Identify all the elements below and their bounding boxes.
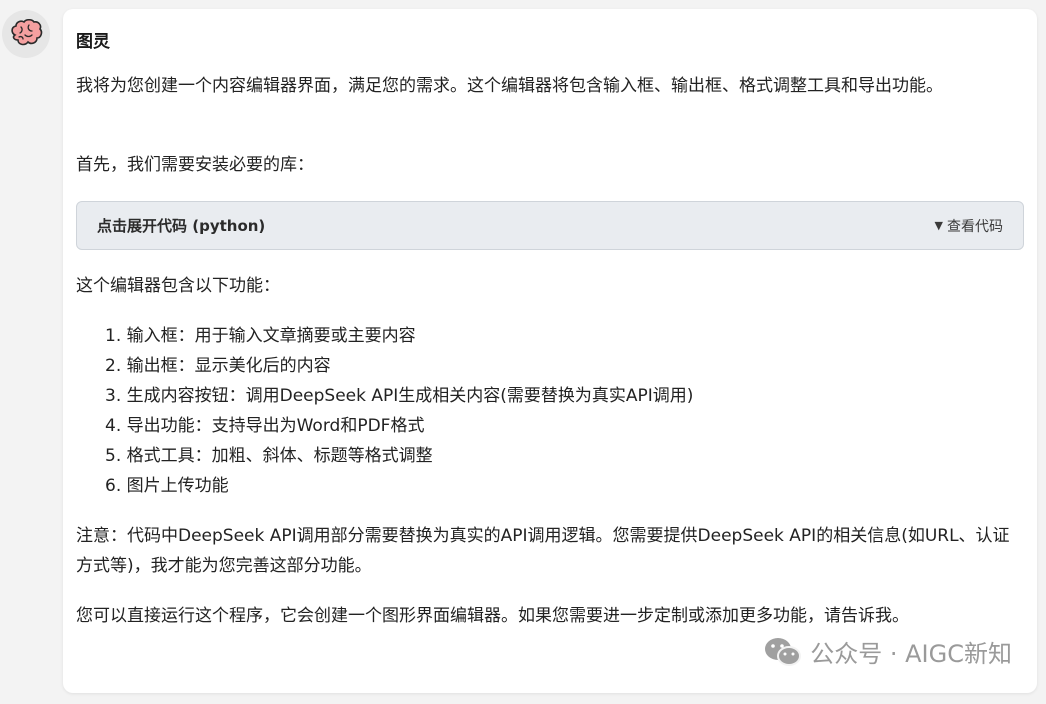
collapsed-code-block[interactable]: 点击展开代码 (python) ▼ 查看代码 bbox=[76, 201, 1024, 250]
watermark: 公众号 · AIGC新知 bbox=[764, 634, 1012, 669]
sender-name: 图灵 bbox=[76, 32, 110, 52]
closing-paragraph: 您可以直接运行这个程序，它会创建一个图形界面编辑器。如果您需要进一步定制或添加更… bbox=[76, 606, 909, 626]
triangle-down-icon: ▼ bbox=[934, 219, 943, 232]
install-paragraph: 首先，我们需要安装必要的库： bbox=[76, 155, 314, 175]
wechat-icon bbox=[765, 637, 802, 666]
brain-icon bbox=[11, 19, 43, 46]
list-item: 1. 输入框：用于输入文章摘要或主要内容 bbox=[105, 326, 416, 346]
watermark-text: 公众号 · AIGC新知 bbox=[810, 640, 1012, 668]
features-intro: 这个编辑器包含以下功能： bbox=[76, 276, 280, 296]
list-item: 4. 导出功能：支持导出为Word和PDF格式 bbox=[105, 416, 425, 436]
assistant-avatar bbox=[2, 10, 50, 58]
features-list: 1. 输入框：用于输入文章摘要或主要内容 2. 输出框：显示美化后的内容 3. … bbox=[105, 321, 693, 501]
list-item: 5. 格式工具：加粗、斜体、标题等格式调整 bbox=[105, 446, 433, 466]
view-code-toggle[interactable]: ▼ 查看代码 bbox=[935, 216, 1003, 236]
note-paragraph: 注意：代码中DeepSeek API调用部分需要替换为真实的API调用逻辑。您需… bbox=[76, 526, 1010, 576]
code-block-title: 点击展开代码 (python) bbox=[97, 217, 266, 235]
assistant-message-card: 图灵 我将为您创建一个内容编辑器界面，满足您的需求。这个编辑器将包含输入框、输出… bbox=[63, 9, 1037, 693]
list-item: 6. 图片上传功能 bbox=[105, 476, 229, 496]
list-item: 3. 生成内容按钮：调用DeepSeek API生成相关内容(需要替换为真实AP… bbox=[105, 386, 694, 406]
list-item: 2. 输出框：显示美化后的内容 bbox=[105, 356, 331, 376]
intro-paragraph: 我将为您创建一个内容编辑器界面，满足您的需求。这个编辑器将包含输入框、输出框、格… bbox=[76, 76, 943, 96]
view-code-label: 查看代码 bbox=[947, 218, 1003, 235]
